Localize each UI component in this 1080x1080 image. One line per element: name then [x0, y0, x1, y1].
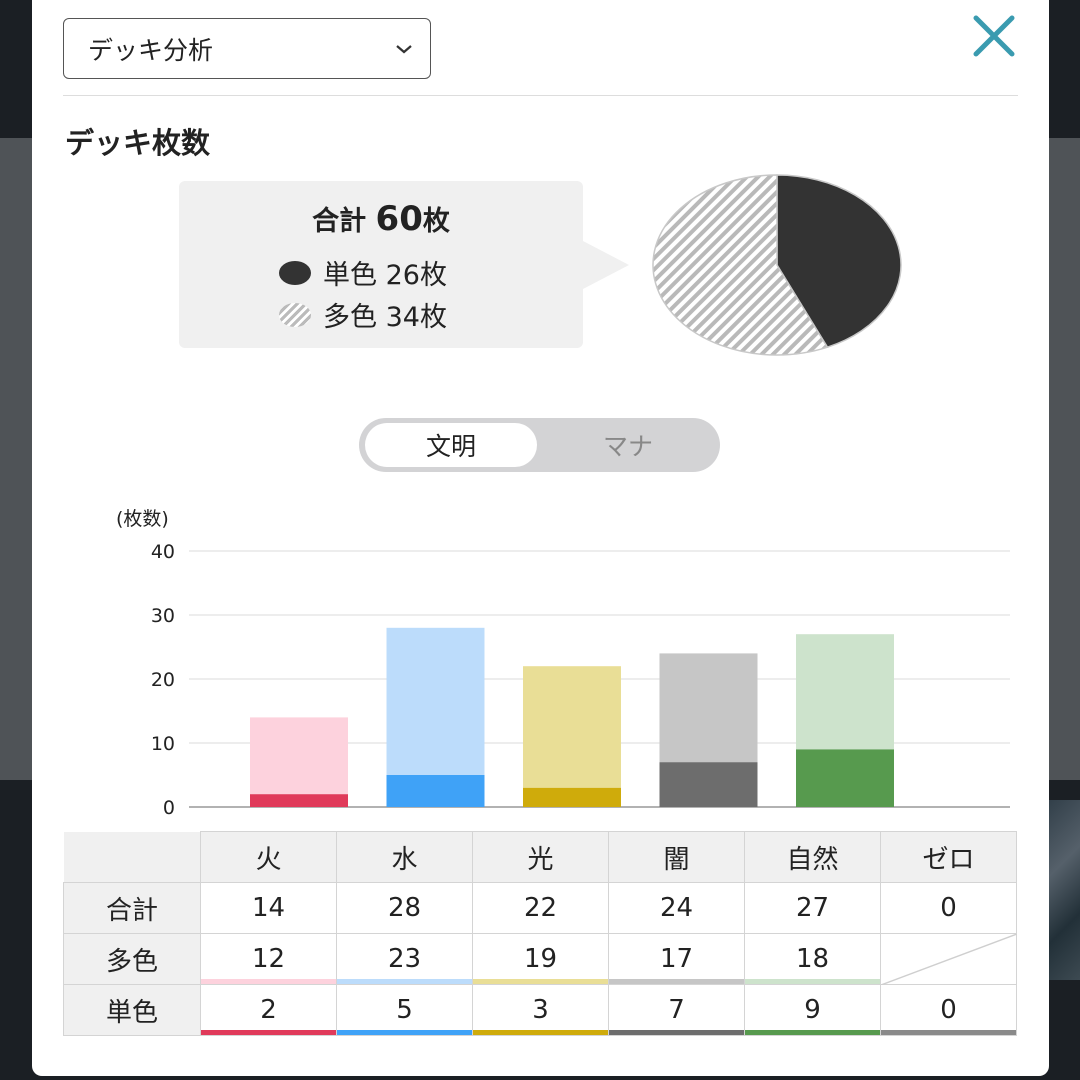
color-bar	[337, 979, 472, 984]
table-cell: 24	[608, 882, 745, 934]
bar-multi-light	[523, 666, 621, 788]
color-bar	[337, 1030, 472, 1035]
bar-mono-water	[386, 775, 485, 807]
table-header-cell: 水	[336, 831, 473, 883]
legend-mono: 単色 26枚	[279, 253, 447, 292]
legend-mono-label: 単色 26枚	[323, 260, 447, 291]
bar-mono-nature	[796, 749, 894, 807]
select-value: デッキ分析	[88, 35, 214, 65]
table-cell-empty	[880, 933, 1017, 985]
table-cell: 18	[744, 933, 881, 985]
table-header-cell: ゼロ	[880, 831, 1017, 883]
table-row-total: 合計 14 28 22 24 27 0	[63, 882, 1017, 934]
table-cell: 3	[472, 984, 609, 1036]
bar-mono-fire	[250, 794, 348, 807]
y-axis-label: (枚数)	[116, 508, 169, 530]
section-title: デッキ枚数	[65, 126, 211, 160]
deck-pie-chart	[652, 174, 902, 356]
toggle-option-civilization[interactable]: 文明	[365, 423, 537, 467]
bar-multi-water	[386, 627, 485, 775]
bar-multi-fire	[250, 717, 348, 795]
row-label: 多色	[63, 933, 201, 985]
table-cell: 0	[880, 984, 1017, 1036]
color-bar	[201, 1030, 336, 1035]
total-value: 60	[375, 199, 423, 239]
civilization-bar-chart: (枚数) 0 10 20 30 40	[116, 508, 1010, 819]
table-cell: 14	[200, 882, 337, 934]
color-bar	[745, 979, 880, 984]
y-tick-label: 0	[163, 797, 175, 819]
table-cell: 9	[744, 984, 881, 1036]
solid-dot-icon	[279, 260, 311, 285]
table-header-cell: 自然	[744, 831, 881, 883]
table-header-cell: 闇	[608, 831, 745, 883]
table-corner	[63, 831, 201, 883]
color-bar	[745, 1030, 880, 1035]
bar-multi-nature	[796, 634, 894, 750]
summary-bubble: 合計 60枚 単色 26枚 多色 34枚	[179, 181, 629, 348]
total-prefix: 合計	[312, 206, 367, 237]
hatched-dot-icon	[279, 302, 311, 327]
diagonal-line	[881, 934, 1017, 985]
color-bar	[201, 979, 336, 984]
bar-multi-dark	[659, 653, 758, 763]
table-cell: 23	[336, 933, 473, 985]
count-table: 火 水 光 闇 自然 ゼロ 合計 14 28 22 24 27 0 多色 12 …	[63, 831, 1017, 1036]
table-header-cell: 光	[472, 831, 609, 883]
analysis-type-select[interactable]: デッキ分析	[63, 18, 431, 79]
table-cell: 12	[200, 933, 337, 985]
bar-mono-light	[523, 787, 621, 807]
table-cell: 2	[200, 984, 337, 1036]
chevron-down-icon	[396, 44, 412, 53]
table-header-row: 火 水 光 闇 自然 ゼロ	[63, 831, 1017, 883]
bar-mono-dark	[659, 762, 758, 807]
legend-multi: 多色 34枚	[279, 295, 447, 334]
row-label: 合計	[63, 882, 201, 934]
close-icon[interactable]	[970, 12, 1018, 60]
color-bar	[473, 979, 608, 984]
table-cell: 22	[472, 882, 609, 934]
table-row-multi: 多色 12 23 19 17 18	[63, 933, 1017, 985]
deck-analysis-modal: デッキ分析 デッキ枚数 合計 60枚 単色 26枚 多色 34枚 文明 マナ (…	[32, 0, 1049, 1076]
table-cell: 27	[744, 882, 881, 934]
total-count: 合計 60枚	[179, 199, 583, 239]
y-tick-label: 40	[151, 541, 175, 563]
color-bar	[881, 1030, 1016, 1035]
color-bar	[609, 1030, 744, 1035]
table-cell: 17	[608, 933, 745, 985]
y-tick-label: 20	[151, 669, 175, 691]
header-divider	[63, 95, 1018, 96]
table-header-cell: 火	[200, 831, 337, 883]
table-cell: 5	[336, 984, 473, 1036]
table-cell: 0	[880, 882, 1017, 934]
y-tick-label: 10	[151, 733, 175, 755]
color-bar	[609, 979, 744, 984]
table-cell: 19	[472, 933, 609, 985]
row-label: 単色	[63, 984, 201, 1036]
color-bar	[473, 1030, 608, 1035]
total-suffix: 枚	[422, 206, 450, 237]
y-tick-label: 30	[151, 605, 175, 627]
table-row-mono: 単色 2 5 3 7 9 0	[63, 984, 1017, 1036]
table-cell: 7	[608, 984, 745, 1036]
view-toggle[interactable]: 文明 マナ	[359, 418, 720, 472]
toggle-option-mana[interactable]: マナ	[542, 423, 714, 467]
legend-multi-label: 多色 34枚	[323, 302, 447, 333]
table-cell: 28	[336, 882, 473, 934]
